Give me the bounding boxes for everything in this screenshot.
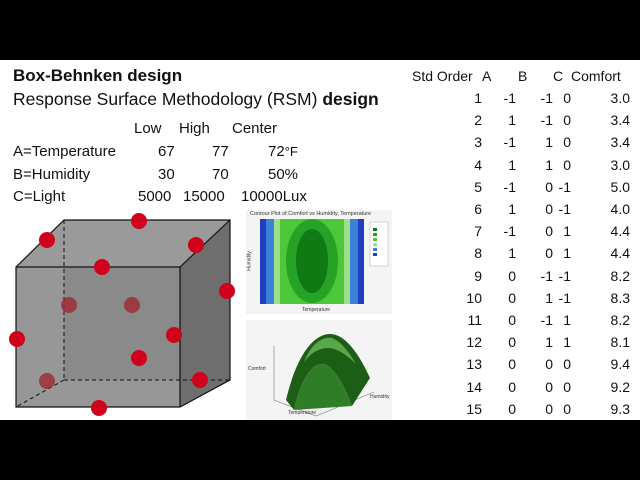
cell-comfort: 3.4 (610, 134, 630, 151)
cell-c: 0 (563, 112, 571, 129)
cube-front-face (16, 267, 180, 407)
cell-c: 0 (563, 156, 571, 173)
design-point (9, 331, 25, 347)
contour-plot-ylabel: Humidity (246, 251, 253, 271)
cell-comfort: 8.3 (610, 289, 630, 306)
cell-a: -1 (503, 178, 516, 195)
cell-a: 1 (508, 156, 516, 173)
surface-plot-xlabel: Temperature (288, 410, 317, 416)
design-point (131, 213, 147, 229)
factor-c-center: 10000Lux (241, 188, 307, 205)
surface-plot: Comfort Temperature Humidity (246, 320, 392, 420)
factor-a-unit: °F (284, 144, 298, 159)
surface-plot-zlabel: Comfort (248, 366, 266, 372)
cell-c: 0 (563, 356, 571, 373)
contour-plot-graphic (260, 219, 389, 304)
surface-plot-graphic (273, 334, 375, 417)
cell-comfort: 9.4 (610, 356, 630, 373)
slide-subtitle: Response Surface Methodology (RSM) desig… (13, 89, 379, 110)
cell-c: 0 (563, 400, 571, 417)
factor-a-label: A=Temperature (13, 143, 116, 160)
cell-c: 1 (563, 245, 571, 262)
cell-a: 0 (508, 334, 516, 351)
factor-a-center: 72°F (268, 143, 298, 160)
cell-comfort: 8.2 (610, 267, 630, 284)
design-point (39, 373, 55, 389)
cell-a: 0 (508, 378, 516, 395)
cell-c: 0 (563, 378, 571, 395)
factor-c-unit: Lux (282, 188, 307, 205)
factor-a-low: 67 (158, 143, 175, 160)
cell-comfort: 9.3 (610, 400, 630, 417)
cell-c: -1 (558, 201, 571, 217)
col-header-comfort: Comfort (571, 68, 621, 84)
cell-c: 0 (563, 90, 571, 106)
cell-c: 1 (563, 223, 571, 240)
cell-a: 1 (508, 201, 516, 217)
subtitle-text: Response Surface Methodology (RSM) (13, 89, 323, 109)
col-header-std-order: Std Order (412, 68, 473, 84)
cell-comfort: 8.1 (610, 334, 630, 351)
factor-a-high: 77 (212, 143, 229, 160)
slide-title: Box-Behnken design (13, 66, 183, 85)
cell-comfort: 3.0 (610, 90, 630, 106)
design-point (91, 400, 107, 416)
cell-a: -1 (503, 223, 516, 240)
col-header-b: B (518, 68, 528, 84)
cell-a: 1 (508, 245, 516, 262)
design-point (39, 232, 55, 248)
header-high: High (179, 120, 210, 137)
cell-comfort: 9.2 (610, 378, 630, 395)
design-point (192, 372, 208, 388)
contour-plot-xlabel: Temperature (302, 307, 331, 313)
cell-a: 0 (508, 356, 516, 373)
factor-c-label: C=Light (13, 188, 66, 205)
factor-b-label: B=Humidity (13, 166, 91, 183)
cell-c: 1 (563, 334, 571, 351)
cell-c: -1 (558, 289, 571, 306)
factor-c-high: 15000 (183, 188, 225, 205)
design-point (219, 283, 235, 299)
cell-a: 0 (508, 267, 516, 284)
factor-a-center-value: 72 (268, 143, 285, 160)
subtitle-bold: design (322, 89, 379, 109)
cell-comfort: 5.0 (610, 178, 630, 195)
factor-c-center-value: 10000 (241, 188, 283, 205)
cell-comfort: 4.4 (610, 223, 630, 240)
header-center: Center (232, 120, 278, 137)
cell-a: 0 (508, 400, 516, 417)
cell-comfort: 3.4 (610, 112, 630, 129)
header-low: Low (134, 120, 162, 137)
design-point (166, 327, 182, 343)
slide: Box-Behnken design Response Surface Meth… (0, 60, 640, 420)
design-point (94, 259, 110, 275)
design-point (124, 297, 140, 313)
factor-b-center: 50% (268, 166, 299, 183)
cell-a: 1 (508, 112, 516, 129)
box-behnken-cube (9, 213, 235, 416)
cell-a: -1 (503, 90, 516, 106)
cell-comfort: 4.4 (610, 245, 630, 262)
cell-c: 1 (563, 312, 571, 328)
col-header-c: C (553, 68, 564, 84)
cell-a: 0 (508, 312, 516, 328)
col-header-a: A (482, 68, 492, 84)
surface-plot-ylabel: Humidity (370, 394, 390, 400)
cell-a: -1 (503, 134, 516, 151)
contour-plot: Contour Plot of Comfort vs Humidity, Tem… (246, 210, 392, 314)
factor-c-low: 5000 (138, 188, 172, 205)
factor-b-low: 30 (158, 166, 175, 183)
cell-comfort: 3.0 (610, 156, 630, 173)
cell-comfort: 8.2 (610, 312, 630, 328)
cell-comfort: 4.0 (610, 201, 630, 217)
design-point (61, 297, 77, 313)
cell-c: -1 (558, 178, 571, 195)
factor-b-high: 70 (212, 166, 229, 183)
cell-c: 0 (563, 134, 571, 151)
cell-a: 0 (508, 289, 516, 306)
cell-c: -1 (558, 267, 571, 284)
design-point (188, 237, 204, 253)
design-point (131, 350, 147, 366)
